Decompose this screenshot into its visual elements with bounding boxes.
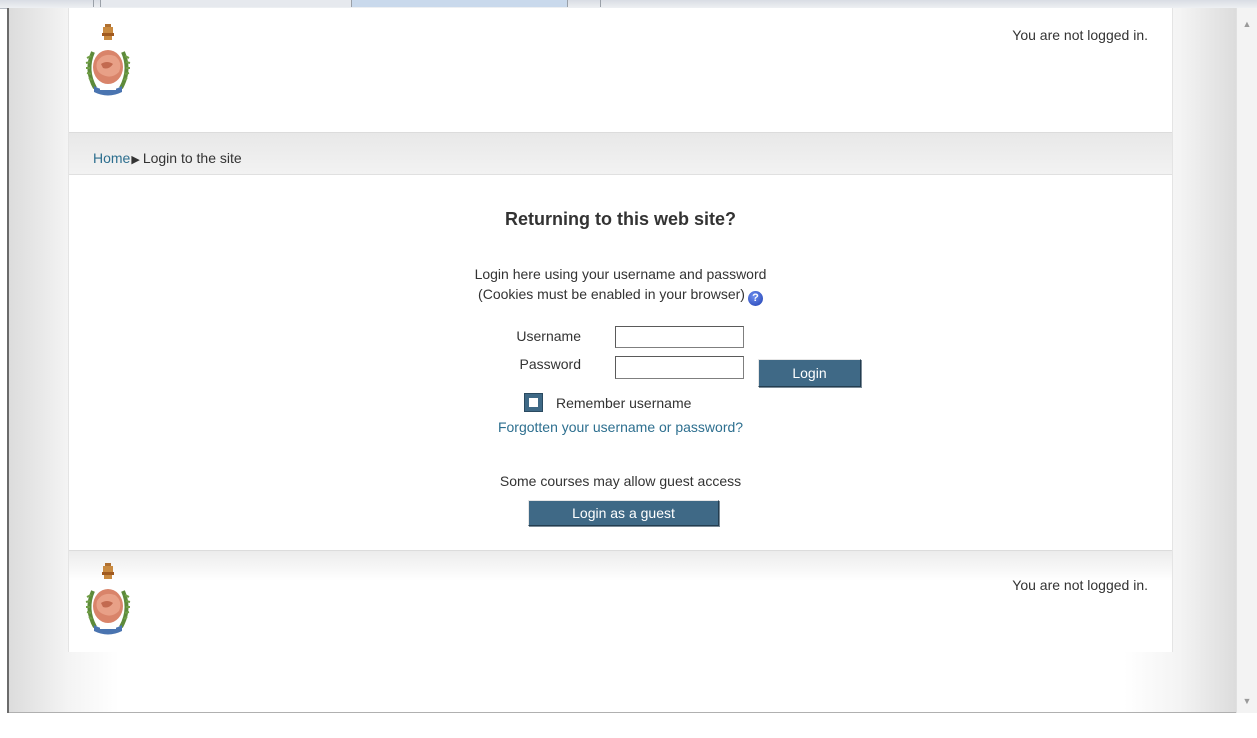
guest-login-button[interactable]: Login as a guest xyxy=(528,500,719,526)
help-icon[interactable]: ? xyxy=(747,291,763,306)
cookies-note-text: (Cookies must be enabled in your browser… xyxy=(478,286,745,302)
breadcrumb-home-link[interactable]: Home xyxy=(93,150,130,166)
forgot-password-link: Forgotten your username or password? xyxy=(69,419,1172,435)
government-emblem-icon[interactable] xyxy=(81,561,135,641)
browser-tab-active[interactable] xyxy=(352,0,568,7)
page-header: You are not logged in. xyxy=(69,8,1172,132)
remember-username-checkbox[interactable] xyxy=(524,393,543,412)
password-input[interactable] xyxy=(615,356,744,379)
username-label: Username xyxy=(516,328,581,344)
login-status: You are not logged in. xyxy=(1012,27,1148,43)
vertical-scrollbar[interactable]: ▲ ▼ xyxy=(1236,8,1257,713)
government-emblem-icon[interactable] xyxy=(81,22,135,102)
password-label: Password xyxy=(519,356,581,372)
checkbox-box xyxy=(529,398,538,407)
scroll-up-icon[interactable]: ▲ xyxy=(1241,18,1253,30)
cookies-note: (Cookies must be enabled in your browser… xyxy=(69,286,1172,306)
browser-tab[interactable] xyxy=(570,0,601,7)
login-panel: Returning to this web site? Login here u… xyxy=(69,174,1172,550)
login-description: Login here using your username and passw… xyxy=(474,266,767,282)
browser-window: ▲ ▼ You are not logged in. Home▶ Login t… xyxy=(0,0,1257,738)
page-container: You are not logged in. Home▶ Login to the… xyxy=(68,8,1173,652)
remember-username-label[interactable]: Remember username xyxy=(556,395,691,411)
breadcrumb-current: Login to the site xyxy=(142,150,242,166)
scroll-down-icon[interactable]: ▼ xyxy=(1241,695,1253,707)
breadcrumb: Home▶ Login to the site xyxy=(93,150,242,166)
footer-login-status: You are not logged in. xyxy=(1012,577,1148,593)
username-input[interactable] xyxy=(615,326,744,348)
login-heading: Returning to this web site? xyxy=(504,209,736,229)
login-button[interactable]: Login xyxy=(758,359,861,387)
breadcrumb-separator-icon: ▶ xyxy=(131,154,140,166)
browser-tab[interactable] xyxy=(100,0,352,7)
navbar: Home▶ Login to the site xyxy=(69,132,1172,175)
forgot-password-link-text[interactable]: Forgotten your username or password? xyxy=(498,419,743,435)
guest-access-note: Some courses may allow guest access xyxy=(499,473,742,489)
window-bottom-border xyxy=(9,712,1236,713)
page-footer: You are not logged in. xyxy=(69,550,1172,652)
browser-tab[interactable] xyxy=(85,0,94,7)
